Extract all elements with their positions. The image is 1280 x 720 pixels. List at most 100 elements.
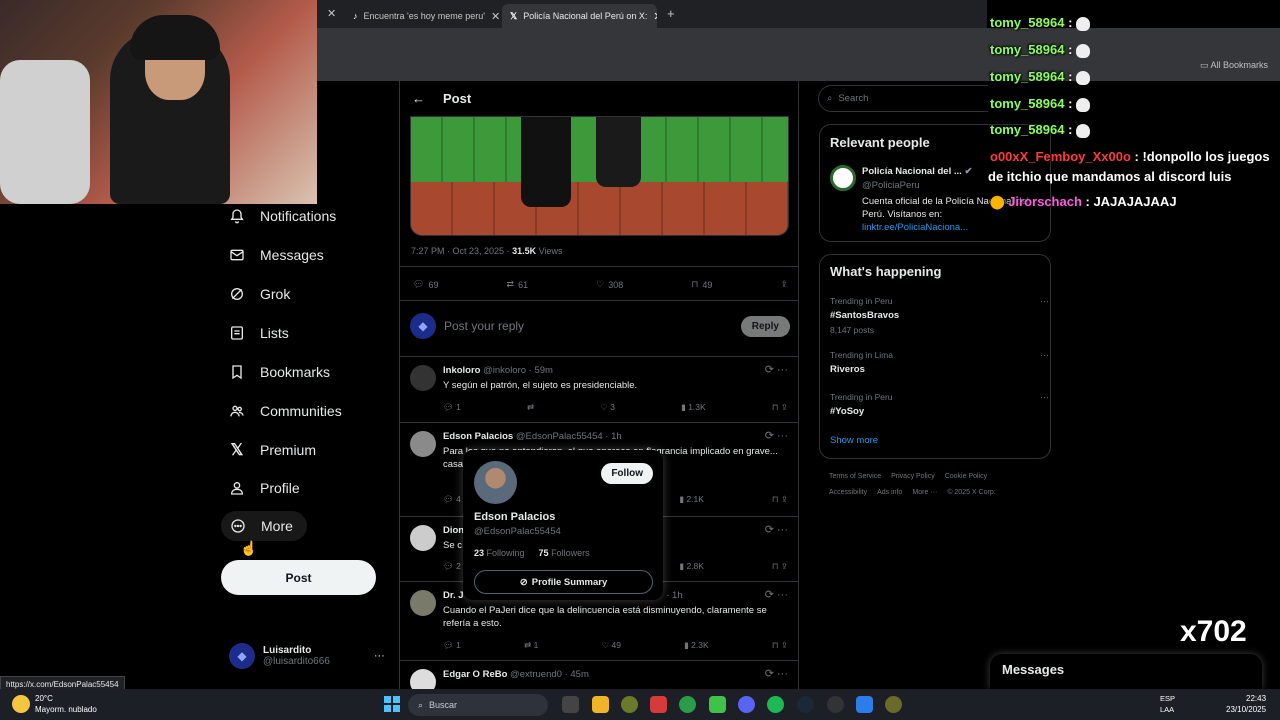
- more-dots-icon[interactable]: ⟳ ···: [765, 523, 788, 536]
- following-count[interactable]: 23 Following: [474, 548, 525, 558]
- reply-action[interactable]: 💬︎ 1: [443, 402, 461, 413]
- post-image[interactable]: [410, 116, 789, 236]
- file-explorer-icon[interactable]: [592, 696, 609, 713]
- nav-communities[interactable]: Communities: [228, 402, 342, 420]
- account-switcher[interactable]: ◆ Luisardito @luisardito666 ···: [229, 643, 385, 669]
- more-circle-icon: [229, 517, 247, 535]
- share-icon[interactable]: ⇪: [780, 279, 788, 290]
- chat-message: o00xX_Femboy_Xx00o : !donpollo los juego…: [990, 149, 1270, 164]
- app-icon[interactable]: [621, 696, 638, 713]
- app-icon[interactable]: [856, 696, 873, 713]
- search-input[interactable]: ⌕ Search: [818, 85, 988, 112]
- profile-summary-button[interactable]: ⊘ Profile Summary: [474, 570, 653, 594]
- obs-icon[interactable]: [827, 696, 844, 713]
- grok-icon: ⊘: [519, 576, 528, 588]
- trend-item[interactable]: Trending in Peru #SantosBravos 8,147 pos…: [830, 296, 899, 335]
- search-icon: ⌕: [827, 93, 833, 104]
- comment-item[interactable]: Inkoloro @inkoloro · 59m ⟳ ··· Y según e…: [400, 357, 798, 422]
- close-tab-icon[interactable]: ✕: [491, 10, 500, 23]
- reply-action[interactable]: 💬︎ 4: [443, 494, 461, 505]
- avatar[interactable]: [830, 165, 856, 191]
- reply-action[interactable]: 💬︎ 2: [443, 561, 461, 572]
- weather-icon[interactable]: [12, 695, 30, 713]
- bookmark-action[interactable]: ⊓ 49: [691, 279, 712, 290]
- image-figure: [521, 117, 571, 207]
- chat-message: tomy_58964 :: [990, 122, 1091, 138]
- app-icon[interactable]: [709, 696, 726, 713]
- webcam-overlay: [0, 0, 317, 204]
- steam-icon[interactable]: [797, 696, 814, 713]
- followers-count[interactable]: 75 Followers: [539, 548, 590, 558]
- chat-message: de itchio que mandamos al discord luis: [988, 169, 1232, 184]
- discord-icon[interactable]: [738, 696, 755, 713]
- app-icon[interactable]: [650, 696, 667, 713]
- repost-action[interactable]: ⇄ 1: [524, 640, 538, 651]
- bookmark-icon[interactable]: ⊓ ⇪: [772, 640, 788, 651]
- more-dots-icon[interactable]: ···: [1040, 296, 1049, 306]
- reply-button[interactable]: Reply: [740, 315, 790, 337]
- taskbar-search[interactable]: ⌕ Buscar: [408, 694, 548, 716]
- all-bookmarks[interactable]: ▭ All Bookmarks: [1200, 60, 1268, 71]
- views-action[interactable]: ▮ 2.1K: [679, 494, 704, 505]
- bell-icon: [228, 207, 246, 225]
- more-dots-icon[interactable]: ⟳ ···: [765, 429, 788, 442]
- image-floor: [411, 181, 788, 235]
- avatar: ◆: [410, 313, 436, 339]
- whats-happening-panel: What's happening Trending in Peru #Santo…: [819, 254, 1051, 459]
- more-dots-icon[interactable]: ⟳ ···: [765, 363, 788, 376]
- like-action[interactable]: ♡ 308: [596, 279, 623, 290]
- show-more-link[interactable]: Show more: [830, 435, 878, 446]
- task-view-icon[interactable]: [562, 696, 579, 713]
- reply-action[interactable]: 💬︎ 1: [443, 640, 461, 651]
- more-dots-icon[interactable]: ⟳ ···: [765, 588, 788, 601]
- weather-widget[interactable]: 20°C Mayorm. nublado: [35, 693, 97, 715]
- more-dots-icon[interactable]: ···: [1040, 392, 1049, 402]
- browser-tab-x[interactable]: 𝕏 Policía Nacional del Perú on X: ✕: [502, 4, 657, 28]
- reply-composer: ◆ Post your reply Reply: [410, 311, 790, 341]
- reply-input[interactable]: Post your reply: [444, 319, 524, 333]
- browser-tab-tiktok[interactable]: ♪ Encuentra 'es hoy meme peru' ✕: [345, 4, 500, 28]
- spotify-icon[interactable]: [767, 696, 784, 713]
- post-button[interactable]: Post: [221, 560, 376, 595]
- nav-profile[interactable]: Profile: [228, 479, 300, 497]
- skull-emote-icon: [1076, 70, 1091, 85]
- messages-drawer[interactable]: Messages: [990, 654, 1262, 689]
- more-dots-icon[interactable]: ···: [1040, 350, 1049, 360]
- windows-start-icon[interactable]: [384, 696, 400, 712]
- close-tab-icon[interactable]: ✕: [653, 10, 657, 23]
- views-action[interactable]: ▮ 2.3K: [684, 640, 709, 651]
- avatar[interactable]: [474, 461, 517, 504]
- new-tab-icon[interactable]: +: [667, 6, 675, 21]
- back-arrow-icon[interactable]: ←: [412, 91, 425, 106]
- more-dots-icon[interactable]: ⟳ ···: [765, 667, 788, 680]
- nav-more[interactable]: More: [221, 511, 307, 541]
- views-action[interactable]: ▮ 1.3K: [681, 402, 706, 413]
- trend-item[interactable]: Trending in Lima Riveros: [830, 350, 893, 375]
- language-indicator[interactable]: ESP LAA: [1160, 693, 1175, 715]
- nav-bookmarks[interactable]: Bookmarks: [228, 363, 330, 381]
- nav-lists[interactable]: Lists: [228, 324, 289, 342]
- more-dots-icon[interactable]: ···: [374, 650, 385, 662]
- views-action[interactable]: ▮ 2.8K: [679, 561, 704, 572]
- chrome-icon[interactable]: [679, 696, 696, 713]
- bookmark-icon[interactable]: ⊓ ⇪: [772, 561, 788, 572]
- bookmark-icon[interactable]: ⊓ ⇪: [772, 402, 788, 413]
- repost-action[interactable]: ⇄: [527, 402, 534, 413]
- nav-messages[interactable]: Messages: [228, 246, 324, 264]
- nav-grok[interactable]: Grok: [228, 285, 290, 303]
- like-action[interactable]: ♡ 3: [600, 402, 615, 413]
- page-title: Post: [443, 91, 472, 106]
- nav-notifications[interactable]: Notifications: [228, 207, 336, 225]
- profile-link[interactable]: linktr.ee/PoliciaNaciona...: [862, 222, 968, 233]
- nav-premium[interactable]: 𝕏 Premium: [228, 441, 316, 459]
- follow-button[interactable]: Follow: [601, 463, 653, 484]
- app-icon[interactable]: [885, 696, 902, 713]
- repost-action[interactable]: ⇄ 61: [507, 279, 529, 290]
- taskbar-clock[interactable]: 22:43 23/10/2025: [1226, 693, 1266, 715]
- reply-action[interactable]: 💬︎ 69: [413, 279, 438, 290]
- post-actions: 💬︎ 69 ⇄ 61 ♡ 308 ⊓ 49 ⇪: [413, 279, 788, 290]
- close-tab-icon[interactable]: ✕: [327, 7, 336, 20]
- like-action[interactable]: ♡ 49: [601, 640, 620, 651]
- trend-item[interactable]: Trending in Peru #YoSoy: [830, 392, 893, 417]
- bookmark-icon[interactable]: ⊓ ⇪: [772, 494, 788, 505]
